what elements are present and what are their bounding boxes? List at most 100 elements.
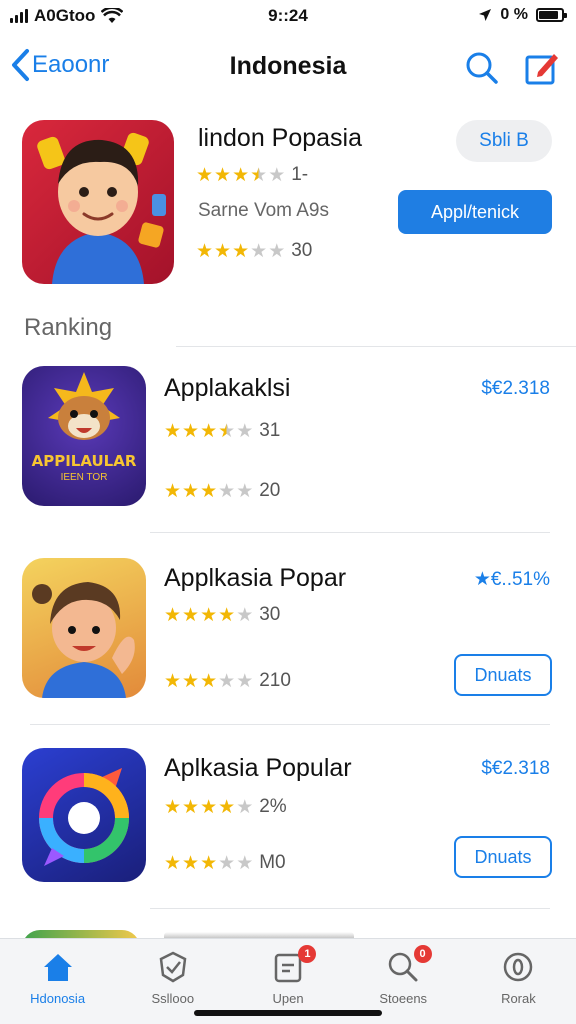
app-icon[interactable]: APPILAULAR IEEN TOR (22, 366, 146, 506)
app-price: $€2.318 (481, 758, 550, 779)
star-icon: ★ (236, 852, 254, 874)
rating-count: M0 (259, 852, 286, 873)
star-icon: ★ (182, 604, 200, 626)
rating-count: 31 (259, 420, 281, 441)
rating-b: ★ ★ ★ ★ ★ 20 (164, 480, 280, 502)
star-icon: ★ (200, 852, 218, 874)
star-rating: ★ ★ ★ ★ ★ (196, 166, 285, 185)
star-icon: ★ (218, 796, 236, 818)
featured-app-title: lindon Popasia (198, 124, 363, 152)
featured-pill-button[interactable]: Sbli B (456, 120, 552, 162)
cartoon-girl-icon (32, 582, 135, 698)
star-icon: ★ (164, 420, 182, 442)
star-icon: ★ (164, 796, 182, 818)
star-rating: ★ ★ ★ ★ ★ (164, 798, 253, 817)
featured-rating-text: 1- (291, 164, 309, 185)
star-icon: ★ (200, 670, 218, 692)
star-rating: ★ ★ ★ ★ ★ (164, 606, 253, 625)
cartoon-boy-icon (37, 132, 166, 284)
shield-check-icon (159, 951, 187, 983)
tab-label: Upen (272, 991, 304, 1006)
ranking-row[interactable]: Applkasia Popar ★€..51% ★ ★ ★ ★ ★ 30 ★ ★ ★ ★ ★ 2… (22, 558, 554, 700)
star-icon: ★ (250, 240, 268, 262)
star-rating: ★ ★ ★ ★ ★ (164, 672, 253, 691)
divider (176, 346, 576, 347)
back-button[interactable]: Eaoonr (10, 48, 109, 82)
app-price: ★€..51% (473, 569, 550, 590)
nav-bar: Eaoonr Indonesia (0, 40, 576, 96)
account-icon (504, 952, 533, 982)
rating-count: 30 (259, 604, 281, 625)
star-icon: ★ (232, 240, 250, 262)
divider (150, 908, 550, 909)
app-icon[interactable] (22, 558, 146, 698)
home-icon (43, 954, 72, 981)
star-icon: ★ (236, 480, 254, 502)
star-icon: ★ (200, 480, 218, 502)
star-icon: ★ (200, 604, 218, 626)
tab-label: Stoeens (379, 991, 428, 1006)
app-icon[interactable] (22, 748, 146, 882)
star-icon: ★ (196, 164, 214, 186)
star-icon: ★ (182, 852, 200, 874)
ranking-row[interactable]: Aplkasia Popular $€2.318 ★ ★ ★ ★ ★ 2% ★ ★ ★ ★ ★ … (22, 748, 554, 890)
rating-count: 210 (259, 670, 291, 691)
star-icon: ★ (218, 670, 236, 692)
fox-mascot-icon (48, 372, 120, 440)
featured-primary-button[interactable]: Appl/tenick (398, 190, 552, 234)
star-icon: ★ (218, 480, 236, 502)
rating-count: 2% (259, 796, 287, 817)
star-icon: ★ (250, 164, 268, 186)
star-icon: ★ (268, 240, 286, 262)
notification-badge: 0 (413, 945, 432, 963)
ranking-row[interactable]: APPILAULAR IEEN TOR Applakaklsi $€2.318 … (22, 366, 554, 510)
download-button[interactable]: Dnuats (454, 654, 552, 696)
star-icon: ★ (164, 480, 182, 502)
rating-a: ★ ★ ★ ★ ★ 30 (164, 604, 280, 626)
star-icon: ★ (268, 164, 286, 186)
status-right: 0 % (478, 6, 567, 24)
tab-label: Rorak (501, 991, 536, 1006)
colorful-ring-icon (39, 768, 129, 866)
star-icon: ★ (200, 796, 218, 818)
star-icon: ★ (196, 240, 214, 262)
search-button[interactable] (462, 48, 502, 88)
star-icon: ★ (218, 852, 236, 874)
featured-app-icon[interactable] (22, 120, 174, 284)
app-icon-text: APPILAULAR (31, 452, 137, 470)
search-icon (466, 52, 498, 84)
tab-label: Hdonosia (30, 991, 86, 1006)
star-rating: ★ ★ ★ ★ ★ (164, 854, 253, 873)
star-icon: ★ (236, 670, 254, 692)
battery-percent: 0 % (500, 6, 528, 23)
star-icon: ★ (164, 670, 182, 692)
location-icon (479, 9, 492, 21)
star-icon: ★ (214, 164, 232, 186)
featured-app[interactable]: lindon Popasia ★ ★ ★ ★ ★ 1- Sarne Vom A9s ★ ★… (22, 120, 554, 290)
notification-badge: 1 (298, 945, 317, 963)
app-icon-subtext: IEEN TOR (60, 472, 108, 483)
app-title: Applakaklsi (164, 374, 291, 402)
rating-b: ★ ★ ★ ★ ★ M0 (164, 852, 286, 874)
star-rating: ★ ★ ★ ★ ★ (164, 482, 253, 501)
app-price: $€2.318 (481, 378, 550, 399)
back-label: Eaoonr (32, 51, 110, 78)
star-icon: ★ (200, 420, 218, 442)
star-icon: ★ (236, 604, 254, 626)
chevron-left-icon (12, 49, 29, 81)
featured-rating-bottom: ★ ★ ★ ★ ★ 30 (196, 240, 312, 262)
tab-account[interactable]: Rorak (461, 939, 576, 1024)
star-icon: ★ (218, 420, 236, 442)
star-icon: ★ (164, 604, 182, 626)
tab-home[interactable]: Hdonosia (0, 939, 115, 1024)
home-indicator (194, 1010, 382, 1016)
featured-rating-count: 30 (291, 240, 313, 261)
star-icon: ★ (236, 796, 254, 818)
compose-button[interactable] (522, 48, 562, 88)
rating-count: 20 (259, 480, 281, 501)
divider (30, 724, 550, 725)
download-button[interactable]: Dnuats (454, 836, 552, 878)
star-icon: ★ (182, 420, 200, 442)
rating-b: ★ ★ ★ ★ ★ 210 (164, 670, 291, 692)
tab-label: Ssllooo (151, 991, 195, 1006)
